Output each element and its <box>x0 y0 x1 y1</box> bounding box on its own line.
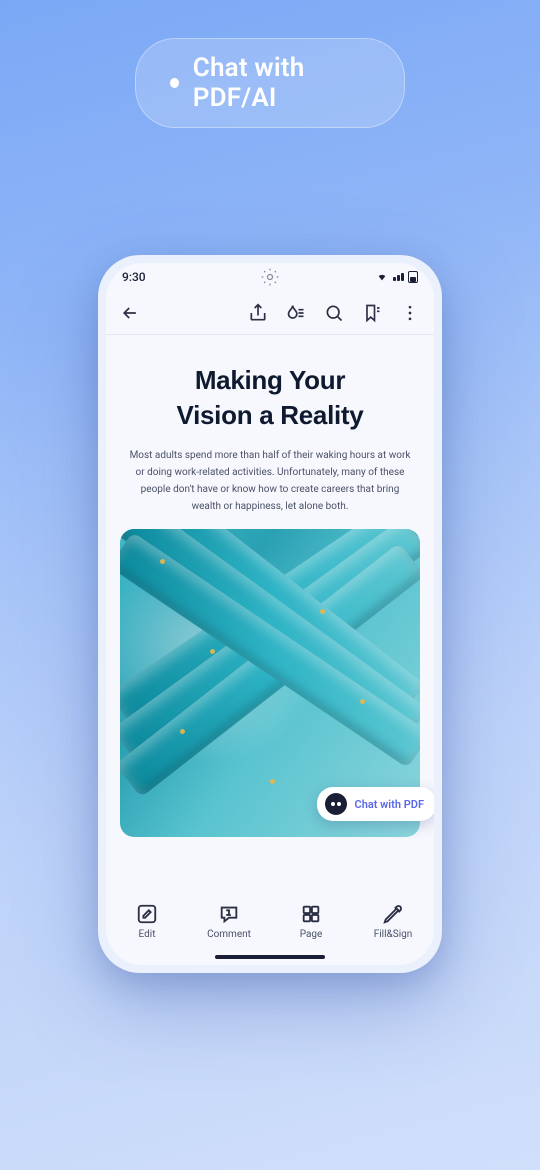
ink-icon[interactable] <box>286 303 306 323</box>
app-bar-actions <box>248 303 420 323</box>
tab-page[interactable]: Page <box>276 903 346 940</box>
page-icon <box>300 903 322 925</box>
wifi-icon <box>375 272 389 282</box>
status-bar: 9:30 <box>106 263 434 291</box>
more-icon[interactable] <box>400 303 420 323</box>
title-line-1: Making Your <box>120 363 420 398</box>
document-title: Making Your Vision a Reality <box>120 363 420 433</box>
comment-icon <box>218 903 240 925</box>
brightness-icon <box>260 267 280 287</box>
tab-comment-label: Comment <box>207 929 251 940</box>
back-icon[interactable] <box>120 303 140 323</box>
tab-comment[interactable]: Comment <box>194 903 264 940</box>
tab-edit[interactable]: Edit <box>112 903 182 940</box>
signal-icon <box>393 273 404 281</box>
pen-icon <box>382 903 404 925</box>
bot-avatar-icon <box>325 793 347 815</box>
bookmark-icon[interactable] <box>362 303 382 323</box>
share-icon[interactable] <box>248 303 268 323</box>
title-line-2: Vision a Reality <box>120 398 420 433</box>
battery-icon <box>408 271 418 283</box>
feature-badge-label: Chat with PDF/AI <box>193 53 370 113</box>
status-right <box>375 271 418 283</box>
document-body: Most adults spend more than half of thei… <box>120 447 420 515</box>
app-bar <box>106 291 434 335</box>
tab-fill-sign[interactable]: Fill&Sign <box>358 903 428 940</box>
phone-screen: 9:30 <box>106 263 434 965</box>
edit-icon <box>136 903 158 925</box>
chat-with-pdf-button[interactable]: Chat with PDF <box>317 787 435 821</box>
feature-badge: Chat with PDF/AI <box>135 38 405 128</box>
phone-frame: 9:30 <box>98 255 442 973</box>
chat-with-pdf-label: Chat with PDF <box>355 798 425 811</box>
tab-edit-label: Edit <box>139 929 156 940</box>
tab-page-label: Page <box>300 929 323 940</box>
tab-fill-sign-label: Fill&Sign <box>374 929 413 940</box>
search-icon[interactable] <box>324 303 344 323</box>
status-time: 9:30 <box>122 270 146 284</box>
document-content: Making Your Vision a Reality Most adults… <box>106 335 434 895</box>
home-indicator <box>215 955 325 959</box>
dot-icon <box>170 78 179 88</box>
